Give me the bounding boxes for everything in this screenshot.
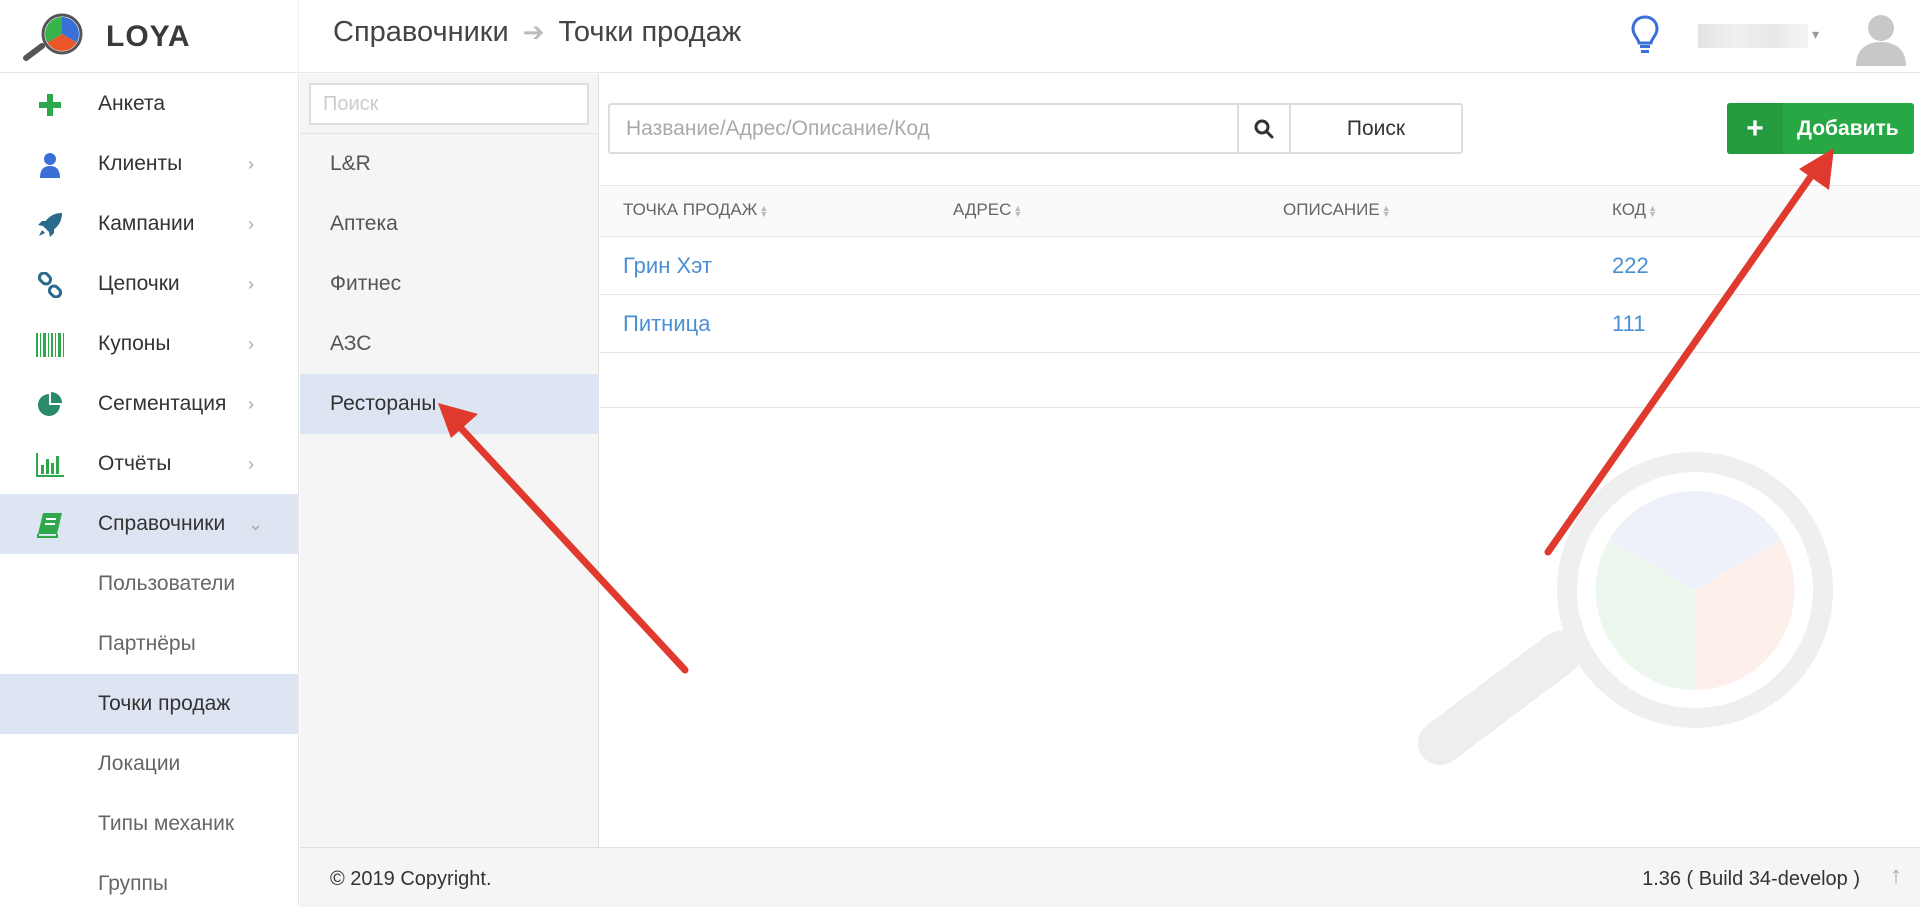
barcode-icon: [36, 332, 64, 358]
rocket-icon: [36, 212, 64, 238]
points-of-sale-table: ТОЧКА ПРОДАЖ ▲ ▼ АДРЕС ▲ ▼ ОПИСАНИЕ ▲ ▼ КОД ▲ ▼ …: [600, 185, 1920, 408]
caret-down-icon[interactable]: ▾: [1812, 26, 1819, 43]
pie-chart-icon: [36, 392, 64, 418]
username-blurred[interactable]: [1698, 24, 1808, 48]
search-icon-button[interactable]: [1237, 105, 1289, 152]
row-code-link[interactable]: 111: [1612, 311, 1645, 337]
sort-icon: ▲ ▼: [1648, 202, 1657, 219]
category-item[interactable]: АЗС: [300, 314, 599, 374]
page-title: Точки продаж: [558, 16, 742, 48]
sidebar-item-label: Анкета: [98, 92, 166, 115]
arrow-right-icon: ➔: [522, 17, 545, 47]
sidebar-subitem-groups[interactable]: Группы: [0, 854, 298, 907]
row-name-link[interactable]: Грин Хэт: [623, 253, 712, 279]
row-name-link[interactable]: Питница: [623, 311, 710, 337]
footer: © 2019 Copyright. 1.36 ( Build 34-develo…: [300, 847, 1920, 907]
sidebar-item-label: Сегментация: [98, 392, 227, 415]
category-item[interactable]: Аптека: [300, 194, 599, 254]
sidebar: Анкета Клиенты › Кампании › Цепочки › Ку…: [0, 74, 299, 907]
row-code-link[interactable]: 222: [1612, 253, 1649, 279]
sidebar-item-survey[interactable]: Анкета: [0, 74, 298, 134]
column-header-address[interactable]: АДРЕС ▲ ▼: [953, 200, 1022, 220]
column-label: ОПИСАНИЕ: [1283, 200, 1380, 219]
column-header-name[interactable]: ТОЧКА ПРОДАЖ ▲ ▼: [623, 200, 768, 220]
sidebar-item-segmentation[interactable]: Сегментация ›: [0, 374, 298, 434]
sidebar-subitem-partners[interactable]: Партнёры: [0, 614, 298, 674]
sort-icon: ▲ ▼: [759, 202, 769, 219]
chevron-right-icon: ›: [248, 393, 254, 414]
user-icon: [36, 152, 64, 178]
breadcrumb-item-directories[interactable]: Справочники: [333, 16, 509, 49]
search-bar: Поиск: [608, 103, 1463, 154]
avatar[interactable]: [1852, 8, 1910, 66]
sidebar-item-chains[interactable]: Цепочки ›: [0, 254, 298, 314]
app-name: LOYA: [106, 20, 191, 53]
sidebar-subitem-points-of-sale[interactable]: Точки продаж: [0, 674, 298, 734]
table-row[interactable]: Грин Хэт 222: [600, 237, 1920, 295]
sidebar-item-reports[interactable]: Отчёты ›: [0, 434, 298, 494]
logo[interactable]: LOYA: [0, 0, 299, 73]
chevron-down-icon: ⌄: [248, 513, 264, 534]
sort-icon: ▲ ▼: [1381, 202, 1391, 219]
category-item[interactable]: Фитнес: [300, 254, 599, 314]
column-header-code[interactable]: КОД ▲ ▼: [1612, 200, 1657, 220]
plus-icon: +: [1727, 103, 1783, 154]
book-icon: [36, 512, 64, 538]
search-button[interactable]: Поиск: [1289, 105, 1461, 152]
sidebar-subitem-mechanic-types[interactable]: Типы механик: [0, 794, 298, 854]
sort-icon: ▲ ▼: [1013, 202, 1023, 219]
category-panel: L&R Аптека Фитнес АЗС Рестораны: [300, 74, 599, 847]
logo-magnifier-icon: [23, 13, 83, 61]
chevron-right-icon: ›: [248, 453, 254, 474]
sidebar-item-coupons[interactable]: Купоны ›: [0, 314, 298, 374]
search-icon: [1254, 119, 1274, 138]
sidebar-item-clients[interactable]: Клиенты ›: [0, 134, 298, 194]
add-button-label: Добавить: [1797, 116, 1899, 140]
column-label: КОД: [1612, 200, 1647, 219]
sidebar-item-label: Кампании: [98, 212, 195, 235]
sidebar-item-campaigns[interactable]: Кампании ›: [0, 194, 298, 254]
lightbulb-icon[interactable]: [1630, 14, 1660, 56]
breadcrumb: Справочники ➔ Точки продаж: [333, 16, 741, 49]
chevron-right-icon: ›: [248, 213, 254, 234]
sidebar-item-label: Купоны: [98, 332, 171, 355]
chevron-right-icon: ›: [248, 153, 254, 174]
top-header: LOYA Справочники ➔ Точки продаж ▾: [0, 0, 1920, 73]
version-text: 1.36 ( Build 34-develop ): [1642, 868, 1860, 890]
sidebar-subitem-locations[interactable]: Локации: [0, 734, 298, 794]
column-label: АДРЕС: [953, 200, 1012, 219]
add-button[interactable]: + Добавить: [1727, 103, 1914, 154]
category-item-selected[interactable]: Рестораны: [300, 374, 599, 434]
column-header-description[interactable]: ОПИСАНИЕ ▲ ▼: [1283, 200, 1391, 220]
copyright-text: © 2019 Copyright.: [330, 868, 492, 890]
column-label: ТОЧКА ПРОДАЖ: [623, 200, 758, 219]
plus-icon: [36, 92, 64, 118]
category-item[interactable]: L&R: [300, 134, 599, 194]
search-input[interactable]: [610, 105, 1237, 152]
arrow-up-icon[interactable]: ↑: [1890, 862, 1902, 890]
table-footer-row: [600, 353, 1920, 408]
sidebar-item-label: Клиенты: [98, 152, 183, 175]
sidebar-item-label: Цепочки: [98, 272, 180, 295]
bar-chart-icon: [36, 452, 64, 478]
watermark-magnifier-icon: [1418, 452, 1833, 765]
chevron-right-icon: ›: [248, 273, 254, 294]
main-content: Поиск + Добавить ТОЧКА ПРОДАЖ▲▼ АДРЕС▲▼ …: [600, 74, 1920, 847]
table-row[interactable]: Питница 111: [600, 295, 1920, 353]
sidebar-item-label: Отчёты: [98, 452, 172, 475]
chevron-right-icon: ›: [248, 333, 254, 354]
category-list: L&R Аптека Фитнес АЗС Рестораны: [300, 133, 599, 434]
table-header: ТОЧКА ПРОДАЖ ▲ ▼ АДРЕС ▲ ▼ ОПИСАНИЕ ▲ ▼ КОД ▲ ▼: [600, 185, 1920, 237]
chain-link-icon: [36, 272, 64, 298]
sidebar-item-directories[interactable]: Справочники ⌄: [0, 494, 298, 554]
sidebar-subitem-users[interactable]: Пользователи: [0, 554, 298, 614]
sidebar-item-label: Справочники: [98, 512, 226, 535]
category-search-input[interactable]: [309, 83, 589, 125]
